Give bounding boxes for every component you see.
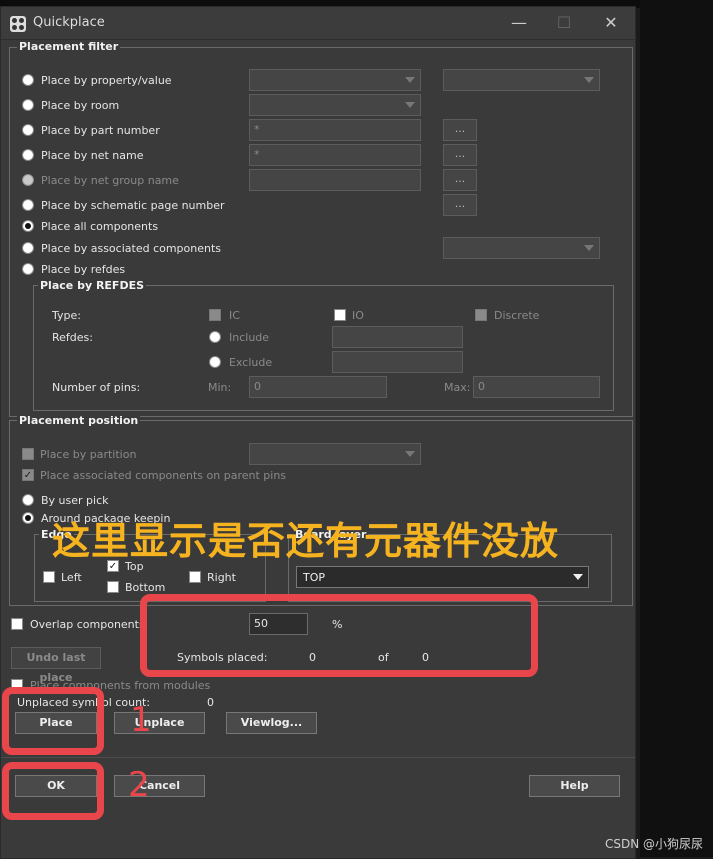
- label-part-number: Place by part number: [41, 124, 160, 137]
- unplace-button[interactable]: Unplace: [114, 712, 205, 734]
- exclude-input[interactable]: [332, 351, 463, 373]
- label-refdes: Place by refdes: [41, 263, 126, 276]
- radio-user-pick[interactable]: [22, 494, 34, 506]
- property-combo[interactable]: [249, 69, 421, 91]
- label-discrete: Discrete: [494, 309, 540, 322]
- label-exclude: Exclude: [229, 356, 273, 369]
- associated-combo[interactable]: [443, 237, 600, 259]
- radio-room[interactable]: [22, 99, 34, 111]
- maximize-icon[interactable]: ☐: [554, 13, 574, 32]
- chevron-down-icon: [584, 245, 594, 251]
- refdes-group-label: Place by REFDES: [38, 279, 147, 292]
- radio-all-components[interactable]: [22, 220, 34, 232]
- radio-schematic-page[interactable]: [22, 199, 34, 211]
- value-combo[interactable]: [443, 69, 600, 91]
- checkbox-ic[interactable]: [209, 309, 221, 321]
- max-label: Max:: [444, 381, 471, 394]
- label-user-pick: By user pick: [41, 494, 109, 507]
- app-icon: [10, 16, 26, 32]
- net-name-input[interactable]: *: [249, 144, 421, 166]
- net-group-input[interactable]: [249, 169, 421, 191]
- radio-around-package[interactable]: [22, 512, 34, 524]
- watermark: CSDN @小狗尿尿: [605, 837, 704, 851]
- label-parent-pins: Place associated components on parent pi…: [40, 469, 287, 482]
- chevron-down-icon: [405, 451, 415, 457]
- background-canvas: [640, 0, 713, 857]
- label-schematic-page: Place by schematic page number: [41, 199, 225, 212]
- label-right: Right: [207, 571, 236, 584]
- label-associated: Place by associated components: [41, 242, 222, 255]
- label-bottom: Bottom: [125, 581, 166, 594]
- pins-label: Number of pins:: [52, 381, 141, 394]
- close-icon[interactable]: ✕: [601, 13, 621, 32]
- radio-part-number[interactable]: [22, 124, 34, 136]
- label-property: Place by property/value: [41, 74, 172, 87]
- annotation-text: 这里显示是否还有元器件没放: [52, 519, 560, 563]
- net-name-browse-button[interactable]: ...: [443, 144, 477, 166]
- radio-refdes[interactable]: [22, 263, 34, 275]
- title-bar: Quickplace — ☐ ✕: [1, 7, 635, 40]
- radio-include[interactable]: [209, 331, 221, 343]
- placement-position-label: Placement position: [17, 414, 141, 427]
- label-room: Place by room: [41, 99, 120, 112]
- radio-net-group[interactable]: [22, 174, 34, 186]
- min-pins-input[interactable]: 0: [249, 376, 387, 398]
- checkbox-parent-pins[interactable]: ✓: [22, 469, 34, 481]
- checkbox-right[interactable]: [189, 571, 201, 583]
- label-left: Left: [61, 571, 82, 584]
- annotation-box-ok: [2, 762, 104, 820]
- annotation-number-1: 1: [130, 700, 152, 740]
- radio-exclude[interactable]: [209, 356, 221, 368]
- refdes-label: Refdes:: [52, 331, 93, 344]
- label-io: IO: [352, 309, 364, 322]
- minimize-icon[interactable]: —: [509, 13, 529, 32]
- board-layer-value: TOP: [303, 571, 326, 584]
- label-overlap: Overlap components: [30, 618, 145, 631]
- checkbox-bottom[interactable]: [107, 581, 119, 593]
- net-group-browse-button[interactable]: ...: [443, 169, 477, 191]
- unplaced-count: 0: [207, 696, 214, 709]
- checkbox-overlap[interactable]: [11, 618, 23, 630]
- room-combo[interactable]: [249, 94, 421, 116]
- placement-filter-label: Placement filter: [17, 40, 121, 53]
- viewlog-button[interactable]: Viewlog...: [226, 712, 317, 734]
- separator: [1, 757, 635, 758]
- type-label: Type:: [52, 309, 81, 322]
- label-partition: Place by partition: [40, 448, 137, 461]
- help-button[interactable]: Help: [529, 775, 620, 797]
- include-input[interactable]: [332, 326, 463, 348]
- max-pins-input[interactable]: 0: [473, 376, 600, 398]
- radio-net-name[interactable]: [22, 149, 34, 161]
- min-label: Min:: [208, 381, 232, 394]
- label-net-group: Place by net group name: [41, 174, 179, 187]
- radio-associated[interactable]: [22, 242, 34, 254]
- chevron-down-icon: [405, 102, 415, 108]
- annotation-number-2: 2: [128, 765, 150, 805]
- window-title: Quickplace: [33, 15, 105, 30]
- undo-last-place-button[interactable]: Undo last place: [11, 647, 101, 684]
- label-ic: IC: [229, 309, 240, 322]
- part-number-browse-button[interactable]: ...: [443, 119, 477, 141]
- annotation-box-status: [140, 594, 538, 677]
- schematic-page-browse-button[interactable]: ...: [443, 194, 477, 216]
- label-all-components: Place all components: [41, 220, 159, 233]
- annotation-box-place: [2, 687, 104, 755]
- chevron-down-icon: [584, 77, 594, 83]
- checkbox-discrete[interactable]: [475, 309, 487, 321]
- chevron-down-icon: [573, 574, 583, 580]
- checkbox-io[interactable]: [334, 309, 346, 321]
- board-layer-combo[interactable]: TOP: [296, 566, 589, 588]
- chevron-down-icon: [405, 77, 415, 83]
- label-net-name: Place by net name: [41, 149, 144, 162]
- part-number-input[interactable]: *: [249, 119, 421, 141]
- checkbox-partition[interactable]: [22, 448, 34, 460]
- partition-combo[interactable]: [249, 443, 421, 465]
- label-include: Include: [229, 331, 270, 344]
- checkbox-left[interactable]: [43, 571, 55, 583]
- radio-property[interactable]: [22, 74, 34, 86]
